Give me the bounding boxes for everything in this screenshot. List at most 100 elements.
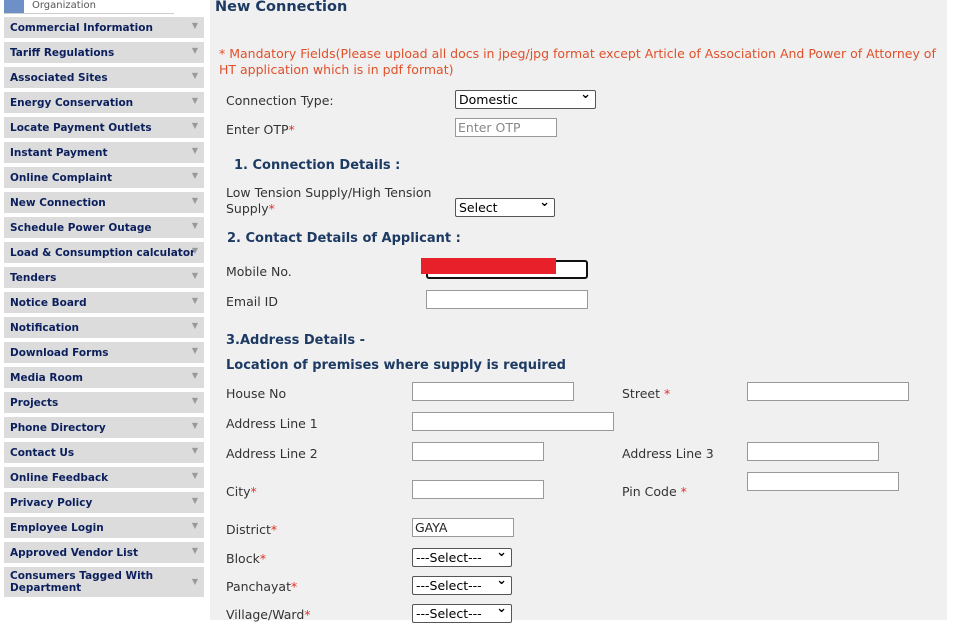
sidebar-item-label: Download Forms xyxy=(10,347,109,359)
sidebar-item[interactable]: Tariff Regulations ▼ xyxy=(4,42,204,63)
sidebar-item-label: Tenders xyxy=(10,272,57,284)
house-input[interactable] xyxy=(412,382,574,401)
email-label: Email ID xyxy=(226,294,278,309)
sidebar-item-label: Privacy Policy xyxy=(10,497,93,509)
address3-input[interactable] xyxy=(747,442,879,461)
chevron-down-icon: ▼ xyxy=(191,146,198,155)
required-marker: * xyxy=(663,386,671,401)
required-marker: * xyxy=(270,522,278,537)
required-marker: * xyxy=(268,201,275,216)
sidebar-item[interactable]: Privacy Policy ▼ xyxy=(4,492,204,513)
organization-link[interactable]: Organization xyxy=(4,0,174,14)
required-marker: * xyxy=(259,551,267,566)
address2-label: Address Line 2 xyxy=(226,446,318,461)
chevron-down-icon: ▼ xyxy=(191,496,198,505)
sidebar-item-label: Commercial Information xyxy=(10,22,153,34)
district-input[interactable]: GAYA xyxy=(412,518,514,537)
chevron-down-icon: ▼ xyxy=(191,296,198,305)
sidebar-item[interactable]: Associated Sites ▼ xyxy=(4,67,204,88)
city-label: City* xyxy=(226,484,257,499)
email-input[interactable] xyxy=(426,290,588,309)
sidebar-item[interactable]: Employee Login ▼ xyxy=(4,517,204,538)
sidebar-item-label: Online Feedback xyxy=(10,472,109,484)
chevron-down-icon: ▼ xyxy=(191,196,198,205)
pin-input[interactable] xyxy=(747,472,899,491)
location-heading: Location of premises where supply is req… xyxy=(226,358,566,373)
sidebar-item-label: Load & Consumption calculator xyxy=(10,247,196,259)
required-marker: * xyxy=(250,484,257,499)
sidebar-item[interactable]: Tenders ▼ xyxy=(4,267,204,288)
sidebar-item-label: Media Room xyxy=(10,372,83,384)
sidebar-item[interactable]: Consumers Tagged With Department ▼ xyxy=(4,567,204,597)
chevron-down-icon: ▼ xyxy=(191,121,198,130)
sidebar-item-label: Locate Payment Outlets xyxy=(10,122,152,134)
section-connection-details: 1. Connection Details : xyxy=(234,158,401,173)
district-label-text: District xyxy=(226,522,271,537)
sidebar-item-label: Consumers Tagged With Department xyxy=(10,570,154,594)
pin-label-text: Pin Code xyxy=(622,484,677,499)
supply-label: Low Tension Supply/High Tension Supply* xyxy=(226,185,441,217)
sidebar-item[interactable]: Phone Directory ▼ xyxy=(4,417,204,438)
supply-select[interactable]: Select xyxy=(455,195,555,217)
mobile-label: Mobile No. xyxy=(226,264,292,279)
sidebar-item-label: Phone Directory xyxy=(10,422,106,434)
street-input[interactable] xyxy=(747,382,909,401)
sidebar-item[interactable]: Online Feedback ▼ xyxy=(4,467,204,488)
block-label: Block* xyxy=(226,551,266,566)
sidebar-item[interactable]: Load & Consumption calculator ▼ xyxy=(4,242,204,263)
panchayat-label: Panchayat* xyxy=(226,579,297,594)
otp-label-text: Enter OTP xyxy=(226,122,289,137)
village-value: ---Select--- xyxy=(416,606,482,621)
panchayat-value: ---Select--- xyxy=(416,578,482,593)
city-input[interactable] xyxy=(412,480,544,499)
chevron-down-icon: ▼ xyxy=(191,46,198,55)
connection-type-value: Domestic xyxy=(459,92,518,107)
sidebar-item-label: Projects xyxy=(10,397,59,409)
block-select[interactable]: ---Select--- xyxy=(412,545,512,567)
sidebar-item-label: Schedule Power Outage xyxy=(10,222,152,234)
pin-label: Pin Code * xyxy=(622,484,687,499)
connection-type-select[interactable]: Domestic xyxy=(455,87,596,109)
chevron-down-icon: ▼ xyxy=(191,96,198,105)
panchayat-select[interactable]: ---Select--- xyxy=(412,573,512,595)
sidebar-item[interactable]: Media Room ▼ xyxy=(4,367,204,388)
sidebar-item[interactable]: New Connection ▼ xyxy=(4,192,204,213)
sidebar-item[interactable]: Notification ▼ xyxy=(4,317,204,338)
chevron-down-icon: ▼ xyxy=(191,246,198,255)
address1-input[interactable] xyxy=(412,412,614,431)
sidebar-item-label: Notification xyxy=(10,322,80,334)
right-margin xyxy=(947,0,967,620)
address2-input[interactable] xyxy=(412,442,544,461)
sidebar-item[interactable]: Download Forms ▼ xyxy=(4,342,204,363)
sidebar-item[interactable]: Energy Conservation ▼ xyxy=(4,92,204,113)
sidebar-item[interactable]: Notice Board ▼ xyxy=(4,292,204,313)
supply-value: Select xyxy=(459,200,498,215)
sidebar-item-label: New Connection xyxy=(10,197,106,209)
chevron-down-icon: ▼ xyxy=(191,171,198,180)
city-label-text: City xyxy=(226,484,251,499)
chevron-down-icon: ▼ xyxy=(191,321,198,330)
panchayat-label-text: Panchayat xyxy=(226,579,291,594)
chevron-down-icon: ▼ xyxy=(191,446,198,455)
otp-label: Enter OTP* xyxy=(226,122,295,137)
otp-input[interactable]: Enter OTP xyxy=(455,118,557,137)
otp-placeholder: Enter OTP xyxy=(458,120,521,135)
sidebar-item[interactable]: Projects ▼ xyxy=(4,392,204,413)
supply-label-text: Low Tension Supply/High Tension Supply xyxy=(226,185,432,216)
sidebar-item[interactable]: Schedule Power Outage ▼ xyxy=(4,217,204,238)
sidebar-item[interactable]: Locate Payment Outlets ▼ xyxy=(4,117,204,138)
village-select[interactable]: ---Select--- xyxy=(412,601,512,623)
sidebar-item[interactable]: Online Complaint ▼ xyxy=(4,167,204,188)
chevron-down-icon: ▼ xyxy=(191,521,198,530)
chevron-down-icon: ▼ xyxy=(191,421,198,430)
section-address-details: 3.Address Details - xyxy=(226,333,366,348)
sidebar-item[interactable]: Approved Vendor List ▼ xyxy=(4,542,204,563)
sidebar-item-label: Energy Conservation xyxy=(10,97,134,109)
sidebar-item[interactable]: Contact Us ▼ xyxy=(4,442,204,463)
sidebar-item-label: Instant Payment xyxy=(10,147,108,159)
sidebar-item[interactable]: Commercial Information ▼ xyxy=(4,17,204,38)
sidebar-item[interactable]: Instant Payment ▼ xyxy=(4,142,204,163)
section-contact-details: 2. Contact Details of Applicant : xyxy=(227,231,461,246)
sidebar-item-label: Tariff Regulations xyxy=(10,47,115,59)
sidebar-item-label: Notice Board xyxy=(10,297,87,309)
